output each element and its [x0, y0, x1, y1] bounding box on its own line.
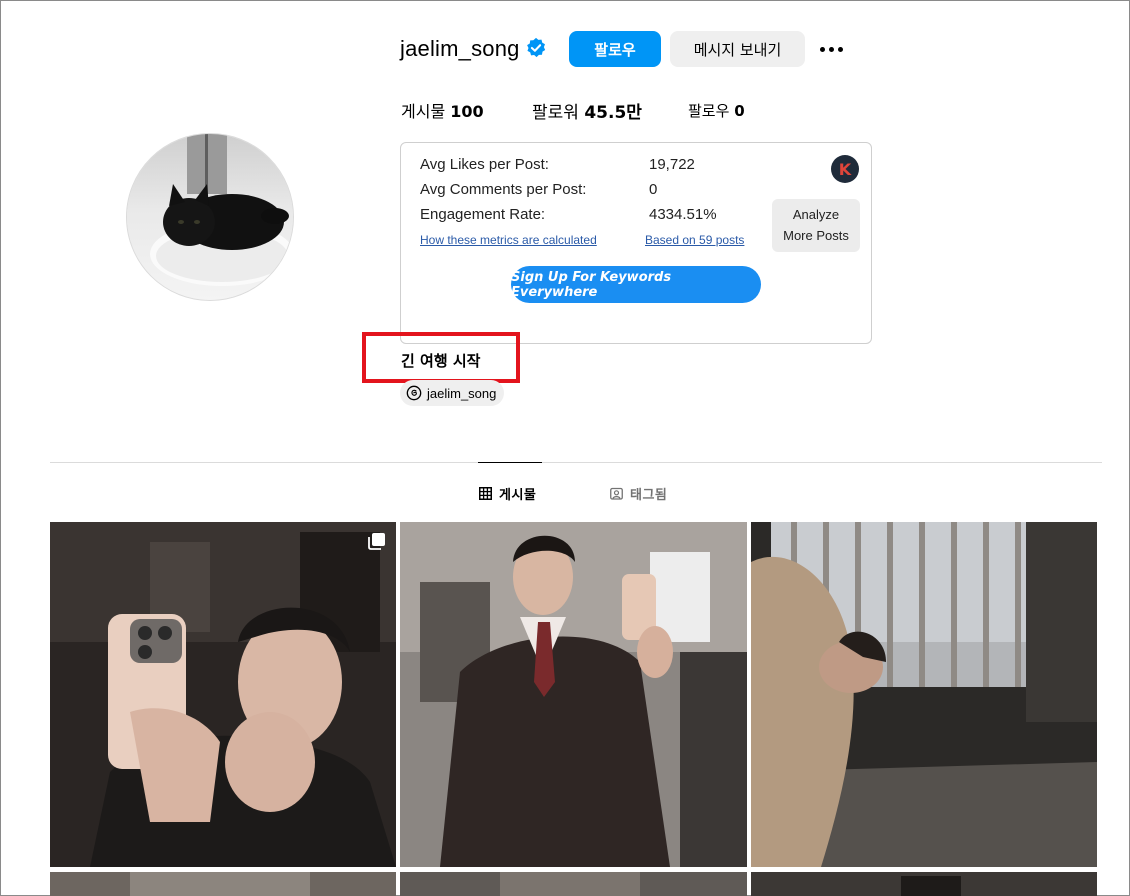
analyze-line-1: Analyze: [792, 207, 840, 222]
post-thumbnail[interactable]: [400, 522, 747, 867]
post-image-mirror-selfie: [50, 522, 396, 867]
keywords-everywhere-panel: Avg Likes per Post: 19,722 Avg Comments …: [400, 142, 872, 344]
more-options-icon[interactable]: [820, 40, 846, 58]
analyze-more-posts-button[interactable]: Analyze More Posts: [772, 199, 860, 252]
based-on-posts-link[interactable]: Based on 59 posts: [645, 233, 744, 247]
sign-up-button[interactable]: Sign Up For Keywords Everywhere: [511, 266, 761, 303]
highlight-annotation-box: [362, 332, 520, 383]
tab-tagged[interactable]: 태그됨: [610, 484, 667, 503]
tag-icon: [610, 487, 623, 500]
avg-likes-value: 19,722: [649, 156, 695, 173]
profile-username: jaelim_song: [400, 36, 520, 61]
post-image-partial: [400, 872, 747, 896]
avatar-black-cat-image: [127, 134, 293, 300]
followers-count[interactable]: 팔로워 45.5만: [532, 98, 642, 123]
post-thumbnail[interactable]: [50, 522, 396, 867]
followers-value: 45.5만: [584, 103, 642, 123]
avg-comments-label: Avg Comments per Post:: [420, 181, 587, 198]
verified-badge-icon: [527, 37, 546, 58]
engagement-rate-label: Engagement Rate:: [420, 206, 546, 223]
engagement-rate-value: 4334.51%: [649, 206, 717, 223]
send-message-button[interactable]: 메시지 보내기: [670, 31, 805, 67]
tabs-divider: [50, 462, 1102, 463]
multiple-photos-icon: [368, 533, 385, 550]
follow-button[interactable]: 팔로우: [569, 31, 661, 67]
posts-count: 게시물 100: [401, 98, 484, 122]
following-value: 0: [734, 102, 745, 120]
threads-icon: [406, 385, 422, 401]
posts-value: 100: [450, 102, 484, 121]
post-image-window-rest: [751, 522, 1097, 867]
post-image-partial: [751, 872, 1097, 896]
following-label: 팔로우: [688, 102, 730, 120]
active-tab-indicator: [478, 462, 542, 463]
post-thumbnail[interactable]: [50, 872, 396, 896]
keywords-everywhere-logo-icon: K: [831, 155, 859, 183]
threads-link[interactable]: jaelim_song: [400, 380, 505, 406]
post-thumbnail[interactable]: [751, 872, 1097, 896]
post-image-partial: [50, 872, 396, 896]
how-metrics-calculated-link[interactable]: How these metrics are calculated: [420, 233, 597, 247]
avg-comments-value: 0: [649, 181, 658, 198]
post-image-suit-mirror: [400, 522, 747, 867]
threads-handle: jaelim_song: [427, 385, 497, 401]
post-thumbnail[interactable]: [751, 522, 1097, 867]
tab-posts[interactable]: 게시물: [479, 484, 536, 503]
following-count[interactable]: 팔로우 0: [688, 100, 745, 121]
avg-likes-label: Avg Likes per Post:: [420, 156, 549, 173]
post-thumbnail[interactable]: [400, 872, 747, 896]
grid-icon: [479, 487, 492, 500]
profile-avatar[interactable]: [126, 133, 294, 301]
analyze-line-2: More Posts: [783, 228, 849, 243]
posts-label: 게시물: [401, 102, 446, 121]
tab-posts-label: 게시물: [499, 488, 537, 503]
followers-label: 팔로워: [532, 103, 579, 123]
tab-tagged-label: 태그됨: [630, 488, 668, 503]
